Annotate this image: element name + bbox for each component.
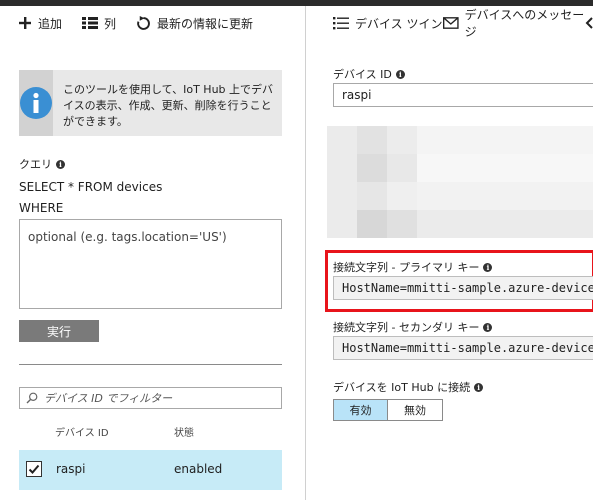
info-tooltip-icon[interactable]: i	[474, 382, 484, 392]
info-tooltip-icon[interactable]: i	[56, 159, 65, 169]
info-icon	[20, 87, 52, 119]
checkmark-icon	[28, 464, 40, 474]
info-tooltip-icon[interactable]: i	[483, 322, 493, 332]
secondary-key-label-row: 接続文字列 - セカンダリ キー i	[333, 319, 493, 335]
query-where-input[interactable]: optional (e.g. tags.location='US')	[19, 219, 282, 309]
envelope-icon	[443, 17, 459, 29]
info-tooltip-icon[interactable]: i	[395, 69, 405, 79]
columns-label: 列	[104, 16, 117, 31]
info-icon-box	[19, 70, 53, 136]
primary-key-label: 接続文字列 - プライマリ キー	[333, 261, 480, 274]
toggle-enabled-option[interactable]: 有効	[334, 400, 388, 420]
connect-toggle[interactable]: 有効 無効	[333, 399, 443, 421]
primary-key-label-row: 接続文字列 - プライマリ キー i	[333, 259, 493, 275]
list-icon	[333, 17, 349, 30]
columns-button[interactable]: 列	[82, 14, 116, 32]
divider	[19, 364, 282, 365]
row-status: enabled	[174, 462, 223, 476]
refresh-icon	[137, 15, 150, 30]
toggle-disabled-option[interactable]: 無効	[388, 400, 442, 420]
query-label: クエリ	[19, 158, 52, 171]
connect-label-row: デバイスを IoT Hub に接続 i	[333, 379, 484, 395]
redacted-blurred-area	[327, 126, 593, 238]
row-device-id: raspi	[56, 462, 86, 476]
info-tooltip-icon[interactable]: i	[483, 262, 493, 272]
device-id-label: デバイス ID	[333, 68, 392, 81]
chevron-left-icon[interactable]	[585, 14, 593, 32]
device-detail-pane: デバイス ツイン デバイスへのメッセージ デバイス ID i raspi 接続文…	[307, 6, 593, 500]
query-where-text: WHERE	[19, 201, 64, 215]
column-header-status[interactable]: 状態	[174, 424, 194, 439]
query-select-text: SELECT * FROM devices	[19, 180, 163, 194]
run-query-button[interactable]: 実行	[19, 320, 99, 342]
column-header-device-id[interactable]: デバイス ID	[55, 424, 109, 439]
query-label-row: クエリ i	[19, 156, 65, 172]
left-toolbar: 追加 列 最新の情報に更新	[0, 6, 306, 40]
columns-icon	[82, 17, 98, 29]
info-banner: このツールを使用して、IoT Hub 上でデバイスの表示、作成、更新、削除を行う…	[19, 70, 282, 136]
message-to-device-button[interactable]: デバイスへのメッセージ	[443, 8, 593, 39]
primary-connection-string-field[interactable]: HostName=mmitti-sample.azure-devices.net	[333, 276, 593, 300]
refresh-label: 最新の情報に更新	[157, 16, 254, 31]
add-button[interactable]: 追加	[18, 14, 62, 32]
add-label: 追加	[38, 16, 63, 31]
device-twin-label: デバイス ツイン	[355, 16, 443, 31]
device-list-pane: 追加 列 最新の情報に更新 このツールを使用して、IoT Hub 上でデバイスの…	[0, 6, 306, 500]
connect-to-hub-label: デバイスを IoT Hub に接続	[333, 381, 471, 394]
info-text: このツールを使用して、IoT Hub 上でデバイスの表示、作成、更新、削除を行う…	[63, 83, 274, 128]
refresh-button[interactable]: 最新の情報に更新	[136, 14, 253, 32]
table-row[interactable]: raspi enabled	[19, 450, 282, 490]
message-to-device-label: デバイスへのメッセージ	[464, 8, 585, 39]
search-icon	[26, 392, 38, 404]
query-where-placeholder: optional (e.g. tags.location='US')	[28, 230, 227, 244]
device-id-label-row: デバイス ID i	[333, 66, 405, 82]
plus-icon	[19, 17, 31, 29]
filter-placeholder: デバイス ID でフィルター	[44, 392, 173, 405]
device-twin-button[interactable]: デバイス ツイン	[333, 14, 442, 32]
secondary-key-label: 接続文字列 - セカンダリ キー	[333, 321, 480, 334]
device-filter-input[interactable]: デバイス ID でフィルター	[19, 387, 282, 409]
device-id-field[interactable]: raspi	[333, 83, 593, 107]
row-checkbox[interactable]	[26, 461, 42, 477]
secondary-connection-string-field[interactable]: HostName=mmitti-sample.azure-devices.net	[333, 336, 593, 360]
